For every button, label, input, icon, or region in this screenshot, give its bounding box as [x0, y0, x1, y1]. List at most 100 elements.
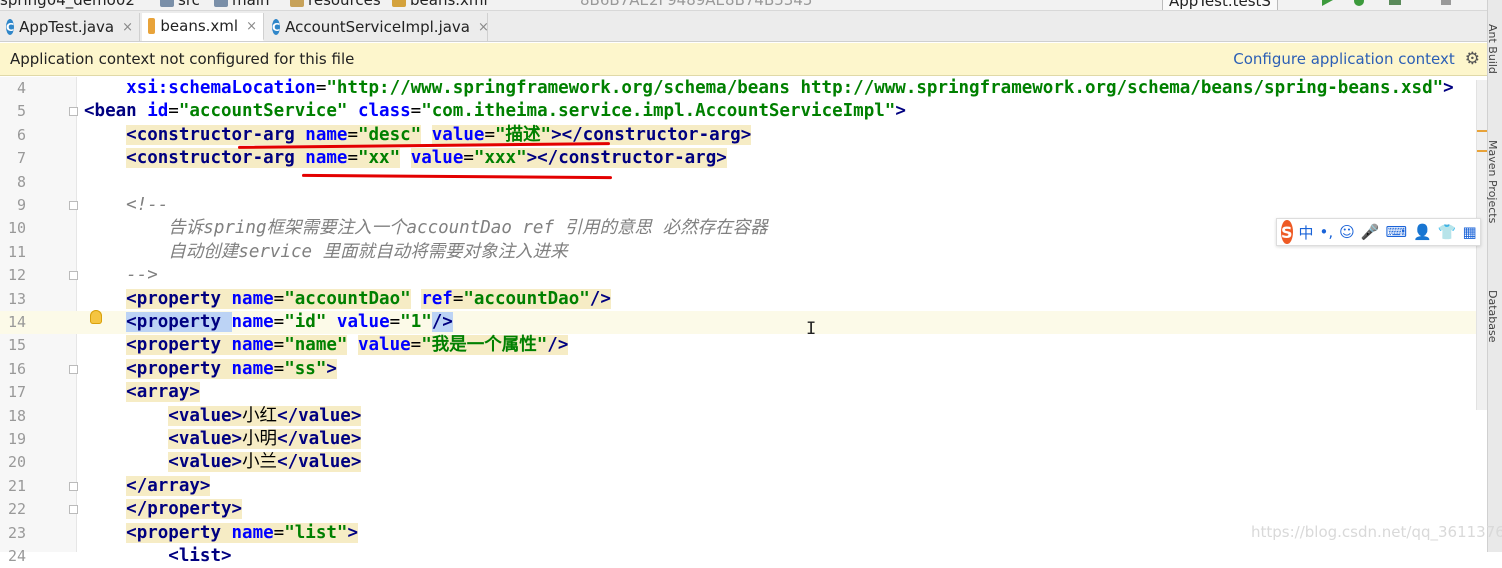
breadcrumb-beans-xml[interactable]: beans.xml [392, 0, 488, 9]
run-config-select[interactable]: AppTest.testS [1162, 0, 1278, 10]
code-line[interactable]: 17 <array> [0, 381, 1476, 404]
tab-apptest-java[interactable]: C AppTest.java × [0, 13, 140, 41]
navigation-breadcrumb: spring04_demo02 src main resources beans… [0, 0, 1502, 11]
context-notification-banner: Application context not configured for t… [0, 43, 1490, 76]
code-text: <property name="list"> [126, 522, 358, 543]
line-number: 8 [16, 172, 26, 191]
fold-marker-icon[interactable] [69, 481, 78, 491]
emoji-icon[interactable]: ☺ [1339, 223, 1355, 241]
code-text: 自动创建service 里面就自动将需要对象注入进来 [84, 241, 568, 262]
line-number: 24 [7, 547, 26, 565]
line-number: 10 [7, 219, 26, 238]
close-icon[interactable]: × [122, 20, 133, 35]
code-text: xsi:schemaLocation="http://www.springfra… [126, 78, 1454, 98]
code-text: <constructor-arg name="xx" value="xxx"><… [126, 148, 727, 169]
toolbox-icon[interactable]: ▦ [1463, 223, 1477, 241]
line-number: 15 [7, 336, 26, 355]
sogou-logo-icon[interactable]: S [1281, 220, 1293, 244]
close-icon[interactable]: × [246, 19, 257, 34]
line-number: 22 [7, 500, 26, 519]
stop-icon[interactable] [1440, 0, 1454, 6]
fold-marker-icon[interactable] [69, 271, 78, 281]
code-line[interactable]: 8 [0, 171, 1476, 194]
line-number: 14 [7, 313, 26, 331]
editor-tab-bar: C AppTest.java × beans.xml × C AccountSe… [0, 11, 1502, 42]
code-text: </property> [126, 499, 243, 520]
code-text: <property name="accountDao" ref="account… [126, 288, 611, 309]
code-text: <value>小兰</value> [168, 452, 362, 473]
code-line[interactable]: 24 <list> [0, 545, 1476, 568]
code-line[interactable]: 5 <bean id="accountService" class="com.it… [0, 100, 1476, 123]
configure-context-link[interactable]: Configure application context [1233, 50, 1455, 68]
code-line[interactable]: 21 </array> [0, 475, 1476, 498]
folder-icon [160, 0, 174, 7]
debug-icon[interactable] [1352, 0, 1366, 6]
breadcrumb-resources[interactable]: resources [290, 0, 381, 9]
code-text: <property name="ss"> [126, 358, 337, 379]
line-number: 18 [7, 406, 26, 425]
tab-beans-xml[interactable]: beans.xml × [142, 13, 264, 41]
code-line[interactable]: 16 <property name="ss"> [0, 358, 1476, 381]
code-line[interactable]: 18 <value>小红</value> [0, 405, 1476, 428]
code-text: <list> [168, 546, 232, 566]
code-text: <!-- [84, 195, 169, 215]
close-icon[interactable]: × [478, 20, 489, 35]
code-line[interactable]: 22 </property> [0, 498, 1476, 521]
skin-icon[interactable]: 👕 [1438, 223, 1457, 241]
code-line[interactable]: 7 <constructor-arg name="xx" value="xxx"… [0, 147, 1476, 170]
gear-icon[interactable]: ⚙ [1465, 49, 1480, 69]
code-line[interactable]: 13 <property name="accountDao" ref="acco… [0, 288, 1476, 311]
line-number: 17 [7, 383, 26, 402]
code-text: <property name="id" value="1"/> [126, 312, 453, 332]
line-number: 4 [16, 79, 26, 97]
breadcrumb-src[interactable]: src [160, 0, 200, 9]
punctuation-icon[interactable]: •, [1320, 223, 1334, 241]
code-text: </array> [126, 475, 211, 496]
tab-accountserviceimpl-java[interactable]: C AccountServiceImpl.java × [266, 13, 489, 41]
code-line[interactable]: 4 xsi:schemaLocation="http://www.springf… [0, 77, 1476, 100]
line-number: 11 [7, 242, 26, 261]
tab-label: AccountServiceImpl.java [285, 18, 470, 36]
line-number: 5 [16, 102, 26, 121]
coverage-icon[interactable] [1388, 0, 1402, 6]
keyboard-icon[interactable]: ⌨ [1386, 223, 1408, 241]
watermark: https://blog.csdn.net/qq_36113761 [1251, 523, 1502, 541]
fold-marker-icon[interactable] [69, 201, 78, 210]
tool-maven-projects[interactable]: Maven Projects [1486, 140, 1499, 223]
ime-mode-toggle[interactable]: 中 [1299, 222, 1314, 243]
code-editor[interactable]: 4 xsi:schemaLocation="http://www.springf… [0, 77, 1476, 566]
line-number: 21 [7, 476, 26, 495]
code-line[interactable]: 6 <constructor-arg name="desc" value="描述… [0, 124, 1476, 147]
code-line[interactable]: 20 <value>小兰</value> [0, 451, 1476, 474]
code-line[interactable]: 19 <value>小明</value> [0, 428, 1476, 451]
fold-marker-icon[interactable] [69, 107, 78, 117]
code-text: 告诉spring框架需要注入一个accountDao ref 引用的意思 必然存… [84, 218, 768, 239]
fold-marker-icon[interactable] [69, 505, 78, 515]
code-text: <value>小红</value> [168, 405, 362, 426]
code-text: <bean id="accountService" class="com.ith… [84, 101, 906, 122]
lightbulb-icon[interactable] [90, 310, 102, 324]
code-line[interactable]: 12 --> [0, 264, 1476, 287]
microphone-icon[interactable]: 🎤 [1361, 223, 1380, 241]
code-line[interactable]: 14 <property name="id" value="1"/> [0, 311, 1476, 335]
fold-marker-icon[interactable] [69, 364, 78, 374]
tool-ant-build[interactable]: Ant Build [1486, 24, 1499, 74]
breadcrumb-project[interactable]: spring04_demo02 [0, 0, 135, 9]
line-number: 23 [7, 523, 26, 542]
line-number: 16 [7, 359, 26, 378]
code-line[interactable]: 15 <property name="name" value="我是一个属性"/… [0, 334, 1476, 357]
code-line[interactable]: 11 自动创建service 里面就自动将需要对象注入进来 [0, 241, 1476, 264]
user-icon[interactable]: 👤 [1413, 223, 1432, 241]
right-tool-strip: Ant Build Maven Projects Database [1486, 0, 1502, 552]
line-number: 6 [16, 125, 26, 144]
code-line[interactable]: 9 <!-- [0, 194, 1476, 217]
code-line[interactable]: 10 告诉spring框架需要注入一个accountDao ref 引用的意思 … [0, 217, 1476, 240]
breadcrumb-main[interactable]: main [214, 0, 269, 9]
ime-toolbar: S 中 •, ☺ 🎤 ⌨ 👤 👕 ▦ [1276, 218, 1481, 246]
folder-icon [214, 0, 228, 7]
java-class-icon: C [6, 19, 15, 35]
code-text: <value>小明</value> [168, 429, 362, 449]
line-number: 13 [7, 289, 26, 308]
run-icon[interactable] [1320, 0, 1334, 6]
tool-database[interactable]: Database [1486, 290, 1499, 343]
